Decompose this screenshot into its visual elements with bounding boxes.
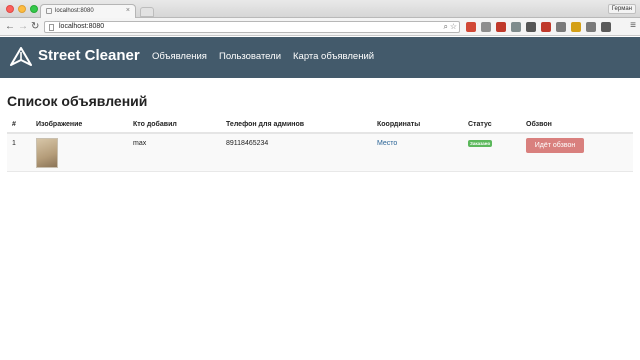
nav-users[interactable]: Пользователи	[219, 51, 281, 62]
column-header-author: Кто добавил	[128, 116, 221, 134]
column-header-image: Изображение	[31, 116, 128, 134]
street-cleaner-logo-icon[interactable]	[10, 47, 32, 67]
row-author: max	[128, 133, 221, 172]
column-header-admin-phone: Телефон для админов	[221, 116, 372, 134]
camera-icon[interactable]	[526, 22, 536, 32]
column-header-status: Статус	[463, 116, 521, 134]
note-icon[interactable]	[601, 22, 611, 32]
window-maximize-button[interactable]	[30, 5, 38, 13]
chart-icon[interactable]	[556, 22, 566, 32]
page-icon	[49, 24, 54, 31]
bookmark-icon[interactable]	[541, 22, 551, 32]
row-number: 1	[7, 133, 31, 172]
profile-button[interactable]: Герман	[607, 4, 636, 14]
calling-button[interactable]: Идёт обзвон	[526, 138, 584, 153]
brand-name[interactable]: Street Cleaner	[38, 47, 140, 64]
bookmark-star-icon[interactable]: ☆	[450, 22, 457, 31]
address-bar[interactable]: localhost:8080 ⌕ ☆	[44, 21, 460, 33]
window-close-button[interactable]	[6, 5, 14, 13]
video-icon[interactable]	[496, 22, 506, 32]
puzzle-icon[interactable]	[481, 22, 491, 32]
browser-toolbar: ← → ↻ localhost:8080 ⌕ ☆ ≡	[0, 18, 640, 36]
ad-thumbnail-image[interactable]	[36, 138, 58, 168]
row-status-cell: Заказано	[463, 133, 521, 172]
back-arrow-icon[interactable]: ←	[5, 21, 15, 32]
page-favicon-icon	[46, 8, 52, 14]
ads-table: # Изображение Кто добавил Телефон для ад…	[7, 116, 633, 172]
clock-icon[interactable]	[511, 22, 521, 32]
status-badge: Заказано	[468, 140, 493, 147]
forward-arrow-icon[interactable]: →	[18, 21, 28, 32]
page-title: Список объявлений	[7, 93, 148, 109]
app-navbar: Street Cleaner Объявления Пользователи К…	[0, 37, 640, 78]
menu-icon[interactable]: ≡	[630, 20, 636, 31]
table-header-row: # Изображение Кто добавил Телефон для ад…	[7, 116, 633, 134]
browser-titlebar: localhost:8080 × Герман	[0, 0, 640, 18]
window-minimize-button[interactable]	[18, 5, 26, 13]
url-text: localhost:8080	[59, 23, 105, 30]
row-image-cell	[31, 133, 128, 172]
coordinates-link[interactable]: Место	[377, 140, 397, 147]
table-row: 1 max 89118465234 Место Заказано Идёт об…	[7, 133, 633, 172]
tab-title: localhost:8080	[55, 8, 94, 14]
row-action-cell: Идёт обзвон	[521, 133, 633, 172]
browser-tab[interactable]: localhost:8080 ×	[40, 4, 136, 18]
column-header-calling: Обзвон	[521, 116, 633, 134]
gear-icon[interactable]	[586, 22, 596, 32]
row-coordinates-cell: Место	[372, 133, 463, 172]
row-phone: 89118465234	[221, 133, 372, 172]
tab-close-icon[interactable]: ×	[126, 7, 130, 14]
column-header-coordinates: Координаты	[372, 116, 463, 134]
search-icon[interactable]: ⌕	[444, 22, 448, 32]
column-header-number: #	[7, 116, 31, 134]
new-tab-button[interactable]	[140, 7, 154, 17]
nav-ads-map[interactable]: Карта объявлений	[293, 51, 374, 62]
reload-icon[interactable]: ↻	[31, 21, 39, 32]
nav-ads[interactable]: Объявления	[152, 51, 207, 62]
shield-icon[interactable]	[571, 22, 581, 32]
gmail-icon[interactable]	[466, 22, 476, 32]
